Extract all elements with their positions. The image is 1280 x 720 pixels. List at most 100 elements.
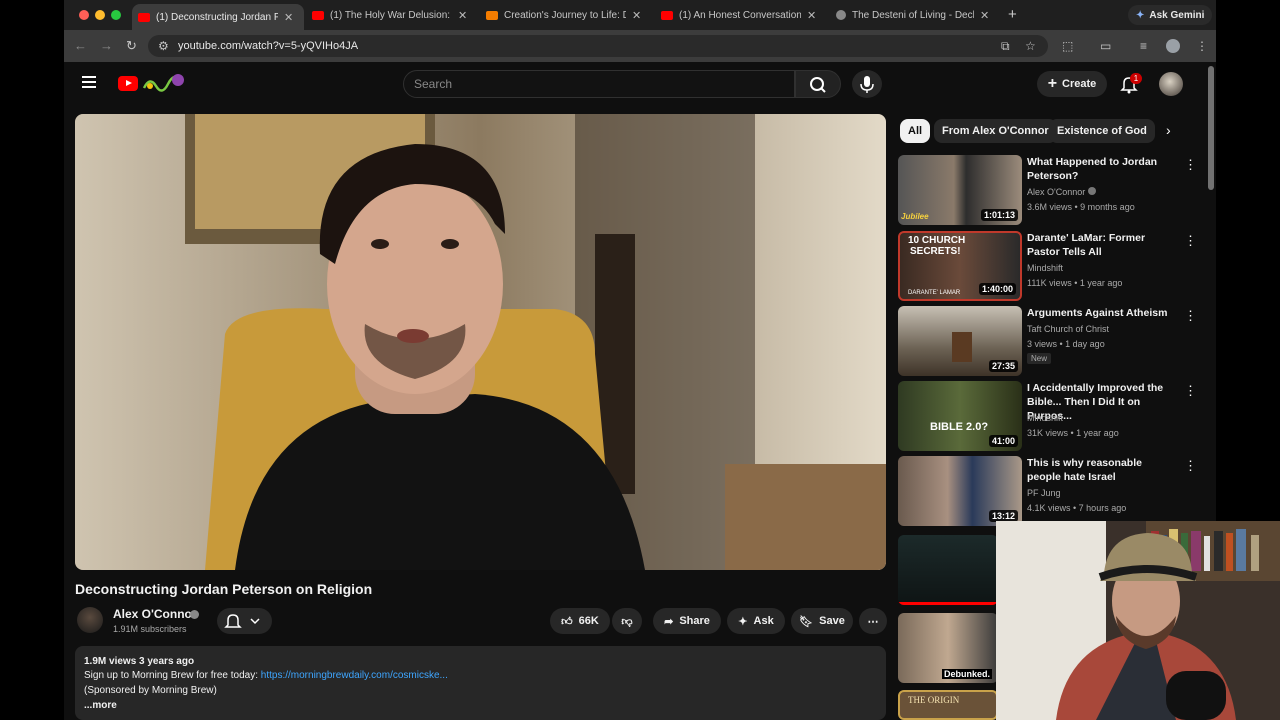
recommendation-channel[interactable]: Mindshift [1027, 263, 1063, 273]
profile-icon[interactable] [1166, 39, 1180, 53]
recommendation-item[interactable]: 10 CHURCH SECRETS! DARANTE' LAMAR 1:40:0… [898, 231, 1198, 303]
bell-dropdown-icon [224, 614, 260, 628]
voice-search-button[interactable] [852, 70, 882, 98]
save-button[interactable]: 🔖︎ Save [791, 608, 853, 634]
video-thumbnail[interactable] [898, 535, 998, 605]
recommendation-title[interactable]: This is why reasonable people hate Israe… [1027, 456, 1177, 484]
close-tab-icon[interactable]: ✕ [632, 9, 641, 22]
recommendation-item[interactable]: 27:35 Arguments Against Atheism Taft Chu… [898, 306, 1198, 378]
sponsor-link[interactable]: https://morningbrewdaily.com/cosmicske..… [261, 670, 448, 681]
video-thumbnail[interactable]: 13:12 [898, 456, 1022, 526]
recommendation-title[interactable]: What Happened to Jordan Peterson? [1027, 155, 1177, 183]
video-player[interactable] [75, 114, 886, 570]
more-actions-button[interactable]: ⋯ [859, 608, 887, 634]
ask-gemini-button[interactable]: ✦ Ask Gemini [1128, 5, 1213, 25]
video-thumbnail[interactable]: Jubilee 1:01:13 [898, 155, 1022, 225]
kebab-menu-icon[interactable]: ⋮ [1184, 233, 1197, 249]
verified-icon [190, 610, 199, 619]
close-tab-icon[interactable]: ✕ [284, 11, 293, 24]
channel-label: Alex O'Connor [1027, 187, 1086, 197]
new-tab-button[interactable]: + [1008, 6, 1017, 23]
reload-icon[interactable]: ↻ [126, 38, 137, 54]
kebab-menu-icon[interactable]: ⋮ [1196, 39, 1208, 53]
dislike-button[interactable]: 👎︎ [612, 608, 642, 634]
recommendation-item[interactable]: BIBLE 2.0? 41:00 I Accidentally Improved… [898, 381, 1198, 453]
like-count: 66K [578, 615, 599, 627]
recommendation-channel[interactable]: PF Jung [1027, 488, 1061, 498]
close-tab-icon[interactable]: ✕ [980, 9, 989, 22]
kebab-menu-icon[interactable]: ⋮ [1184, 308, 1197, 324]
back-arrow-icon[interactable]: ← [74, 38, 87, 53]
subscription-bell-button[interactable] [217, 608, 272, 634]
tab-holy-war-delusion[interactable]: (1) The Holy War Delusion: Is ✕ [306, 4, 478, 26]
youtube-logo-icon[interactable] [118, 76, 138, 91]
video-thumbnail[interactable]: 10 CHURCH SECRETS! DARANTE' LAMAR 1:40:0… [898, 231, 1022, 301]
recommendation-item[interactable]: 13:12 This is why reasonable people hate… [898, 456, 1198, 528]
close-window-button[interactable] [79, 10, 89, 20]
recommendation-channel[interactable]: Alex O'Connor [1027, 187, 1096, 197]
youtube-icon [661, 10, 673, 20]
ask-button[interactable]: ✦ Ask [727, 608, 785, 634]
sponsor-text: Sign up to Morning Brew for free today: [84, 670, 261, 681]
kebab-menu-icon[interactable]: ⋮ [1184, 383, 1197, 399]
search-button[interactable] [795, 70, 841, 98]
close-tab-icon[interactable]: ✕ [807, 9, 816, 22]
chevron-right-icon[interactable]: › [1166, 122, 1171, 138]
channel-name[interactable]: Alex O'Connor [113, 607, 197, 621]
tab-deconstructing-jordan-peterson[interactable]: (1) Deconstructing Jordan Pe ✕ [132, 4, 304, 30]
maximize-window-button[interactable] [111, 10, 121, 20]
search-placeholder[interactable]: Search [414, 77, 452, 91]
recommendation-title[interactable]: Arguments Against Atheism [1027, 306, 1177, 320]
recommendation-item[interactable]: Jubilee 1:01:13 What Happened to Jordan … [898, 155, 1198, 227]
pulpit-shape [952, 332, 972, 362]
close-tab-icon[interactable]: ✕ [458, 9, 467, 22]
youtube-doodle-icon[interactable] [142, 72, 186, 94]
save-label: Save [819, 615, 845, 627]
share-button[interactable]: ➦ Share [653, 608, 721, 634]
bookmark-star-icon[interactable]: ☆ [1025, 39, 1036, 53]
recommendation-meta: 111K views • 1 year ago [1027, 278, 1123, 288]
video-thumbnail[interactable]: 27:35 [898, 306, 1022, 376]
channel-avatar[interactable] [77, 607, 103, 633]
plus-icon: + [1047, 75, 1058, 92]
forward-arrow-icon[interactable]: → [100, 38, 113, 53]
url-text[interactable]: youtube.com/watch?v=5-yQVIHo4JA [178, 40, 358, 52]
description-box[interactable] [75, 646, 886, 720]
sidebar-icon[interactable]: ▭ [1100, 39, 1111, 53]
chip-from-alex-oconnor[interactable]: From Alex O'Connor [934, 119, 1057, 143]
tab-desteni-of-living[interactable]: The Desteni of Living - Decla ✕ [830, 4, 1002, 26]
video-frame [75, 114, 886, 570]
video-duration: 41:00 [988, 435, 1018, 447]
gemini-spark-icon: ✦ [1136, 9, 1145, 21]
media-icon[interactable]: ≡ [1140, 39, 1147, 53]
tab-honest-conversation[interactable]: (1) An Honest Conversation o ✕ [655, 4, 827, 26]
extensions-icon[interactable]: ⬚ [1062, 39, 1073, 53]
like-button[interactable]: 👍︎ 66K [550, 608, 610, 634]
recommendation-channel[interactable]: Taft Church of Christ [1027, 324, 1109, 334]
scrollbar-thumb[interactable] [1208, 66, 1214, 190]
install-app-icon[interactable]: ⧉ [1001, 39, 1010, 54]
webcam-overlay [996, 521, 1280, 720]
video-thumbnail[interactable]: THE ORIGIN [898, 690, 998, 720]
thumbnail-caption: 10 CHURCH [908, 235, 966, 246]
video-thumbnail[interactable]: Debunked. [898, 613, 998, 683]
thumbnail-caption: DARANTE' LAMAR [908, 290, 961, 296]
kebab-menu-icon[interactable]: ⋮ [1184, 157, 1197, 173]
show-more-link[interactable]: ...more [84, 700, 117, 711]
search-box[interactable] [403, 70, 795, 98]
site-settings-icon[interactable]: ⚙ [158, 39, 169, 53]
account-avatar[interactable] [1159, 72, 1183, 96]
tab-creations-journey[interactable]: Creation's Journey to Life: Da ✕ [480, 4, 652, 26]
ask-gemini-label: Ask Gemini [1149, 9, 1205, 21]
chip-all[interactable]: All [900, 119, 931, 143]
video-thumbnail[interactable]: BIBLE 2.0? 41:00 [898, 381, 1022, 451]
kebab-menu-icon[interactable]: ⋮ [1184, 458, 1197, 474]
screen: (1) Deconstructing Jordan Pe ✕ (1) The H… [0, 0, 1280, 720]
recommendation-channel[interactable]: Mindshift [1027, 413, 1063, 423]
recommendation-title[interactable]: Darante' LaMar: Former Pastor Tells All [1027, 231, 1177, 259]
hamburger-menu-icon[interactable] [82, 76, 96, 88]
blogger-icon [486, 10, 498, 20]
minimize-window-button[interactable] [95, 10, 105, 20]
chip-existence-of-god[interactable]: Existence of God [1049, 119, 1155, 143]
create-button[interactable]: + Create [1037, 71, 1107, 97]
